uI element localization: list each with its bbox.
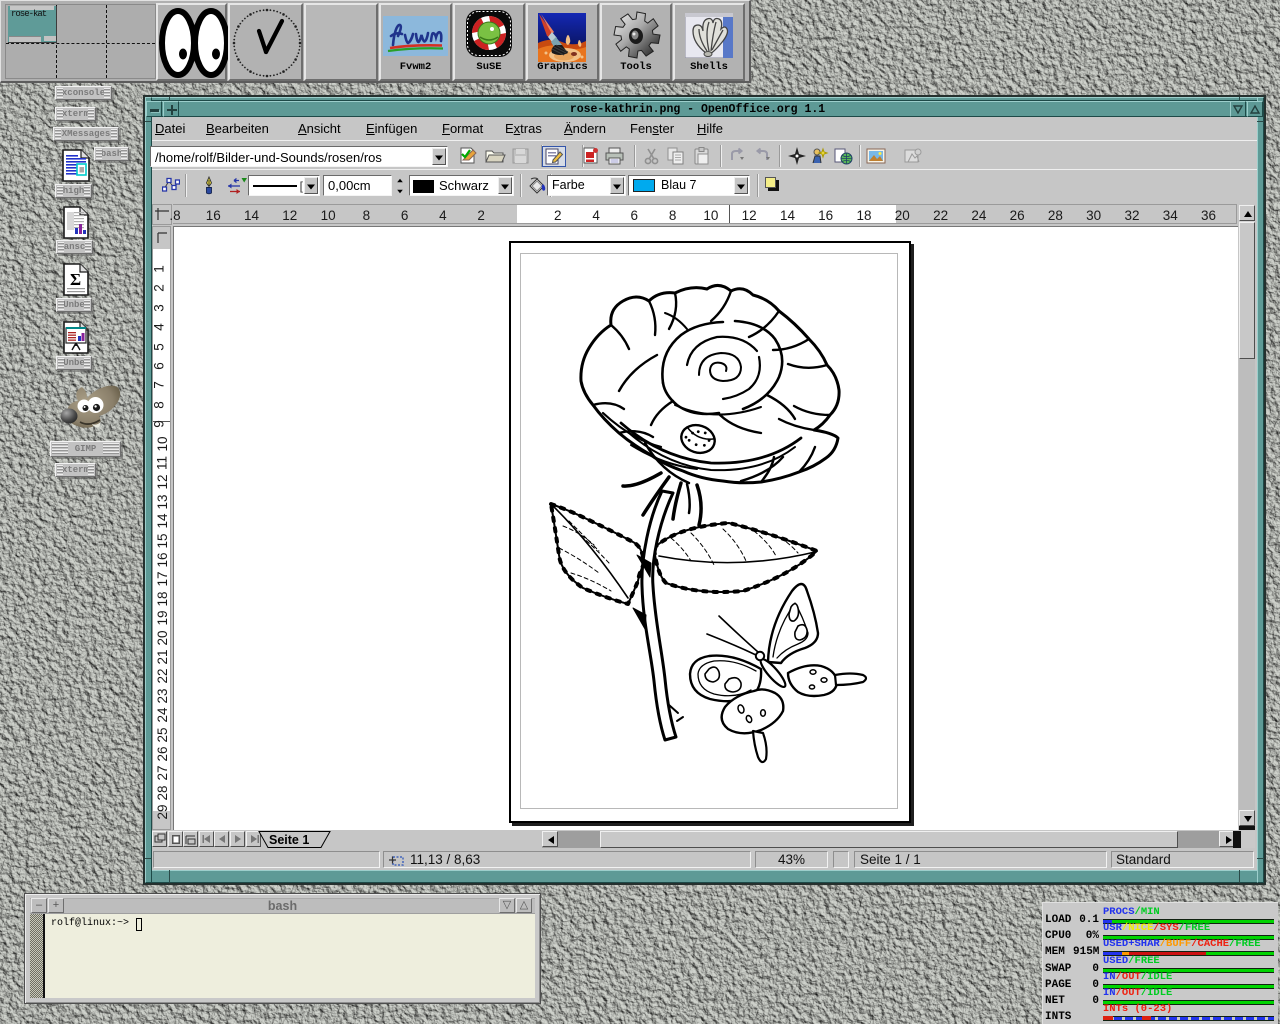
- svg-text:Σ: Σ: [70, 270, 81, 289]
- svg-text:Seite 1: Seite 1: [269, 833, 309, 847]
